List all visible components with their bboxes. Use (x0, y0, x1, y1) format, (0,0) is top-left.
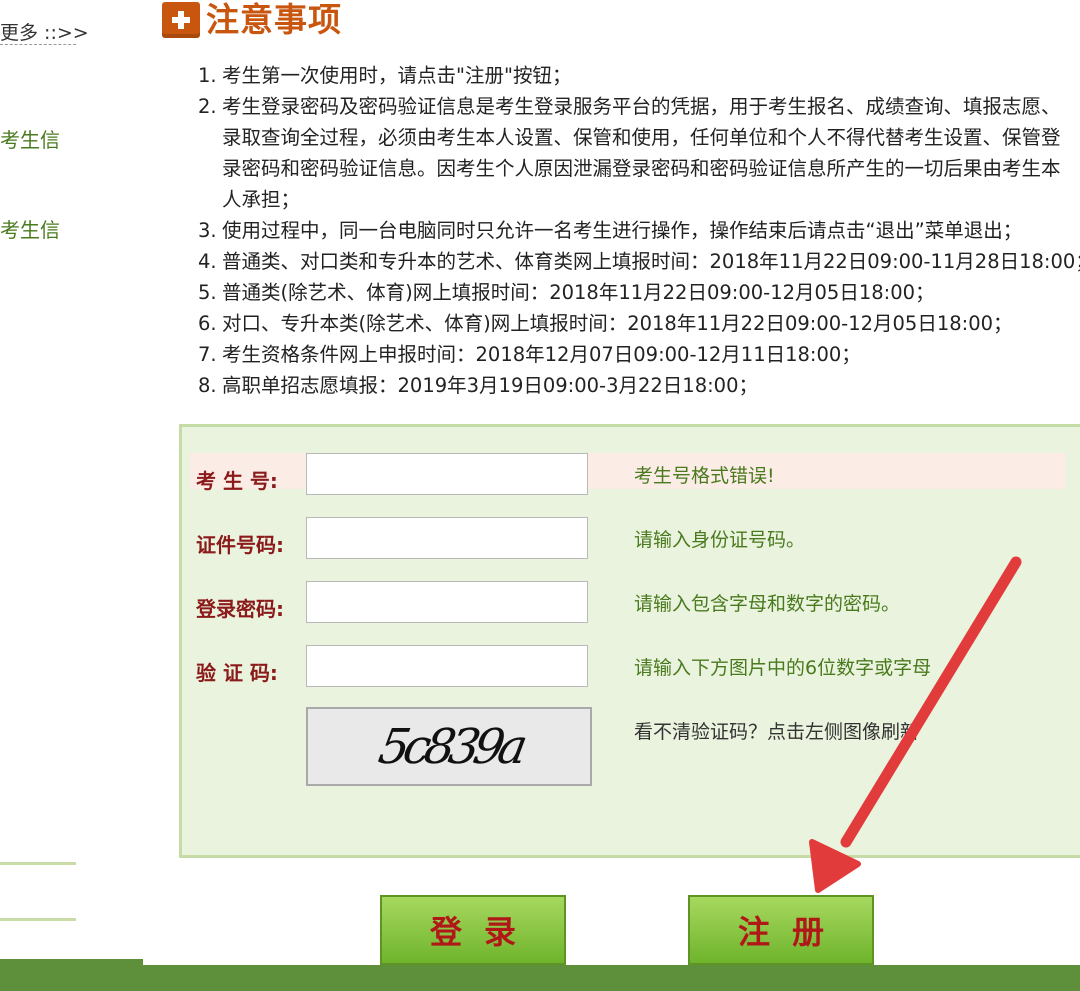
notice-list: 1. 考生第一次使用时，请点击"注册"按钮； 2. 考生登录密码及密码验证信息是… (198, 60, 1080, 401)
password-label: 登录密码: (196, 597, 284, 621)
sidebar-divider (0, 862, 76, 865)
notice-item: 6. 对口、专升本类(除艺术、体育)网上填报时间：2018年11月22日09:0… (198, 312, 1013, 335)
notice-item: 8. 高职单招志愿填报：2019年3月19日09:00-3月22日18:00； (198, 374, 758, 397)
plus-icon (162, 2, 200, 38)
captcha-image[interactable]: 5c839a (306, 707, 592, 786)
id-number-label: 证件号码: (196, 533, 284, 557)
candidate-number-input[interactable] (306, 453, 588, 495)
login-form-panel: 考 生 号: 考生号格式错误! 证件号码: 请输入身份证号码。 登录密码: 请输… (179, 424, 1080, 858)
notice-item: 3. 使用过程中，同一台电脑同时只允许一名考生进行操作，操作结束后请点击“退出”… (198, 219, 1023, 242)
sidebar-divider (0, 918, 76, 921)
notice-title: 注意事项 (206, 0, 342, 39)
sidebar-item-student-info-2[interactable]: 考生信 (0, 214, 60, 243)
captcha-refresh-hint: 看不清验证码？点击左侧图像刷新 (634, 721, 920, 743)
captcha-hint: 请输入下方图片中的6位数字或字母 (634, 657, 932, 679)
notice-item: 5. 普通类(除艺术、体育)网上填报时间：2018年11月22日09:00-12… (198, 281, 935, 304)
login-button[interactable]: 登录 (380, 895, 566, 965)
captcha-input[interactable] (306, 645, 588, 687)
captcha-text: 5c839a (375, 719, 530, 775)
candidate-number-hint: 考生号格式错误! (634, 465, 775, 487)
notice-item: 7. 考生资格条件网上申报时间：2018年12月07日09:00-12月11日1… (198, 343, 861, 366)
notice-item: 2. 考生登录密码及密码验证信息是考生登录服务平台的凭据，用于考生报名、成绩查询… (198, 95, 1061, 211)
footer-bar (0, 965, 1080, 991)
notice-header: 注意事项 (162, 0, 342, 40)
captcha-label: 验 证 码: (196, 661, 278, 685)
notice-item: 4. 普通类、对口类和专升本的艺术、体育类网上填报时间：2018年11月22日0… (198, 250, 1080, 273)
id-number-hint: 请输入身份证号码。 (634, 529, 806, 551)
sidebar-item-student-info-1[interactable]: 考生信 (0, 124, 60, 153)
register-button[interactable]: 注册 (688, 895, 874, 965)
password-hint: 请输入包含字母和数字的密码。 (634, 593, 901, 615)
password-input[interactable] (306, 581, 588, 623)
candidate-number-label: 考 生 号: (196, 469, 278, 493)
notice-item: 1. 考生第一次使用时，请点击"注册"按钮； (198, 64, 572, 87)
id-number-input[interactable] (306, 517, 588, 559)
more-link[interactable]: 更多 ::>> (0, 18, 89, 45)
